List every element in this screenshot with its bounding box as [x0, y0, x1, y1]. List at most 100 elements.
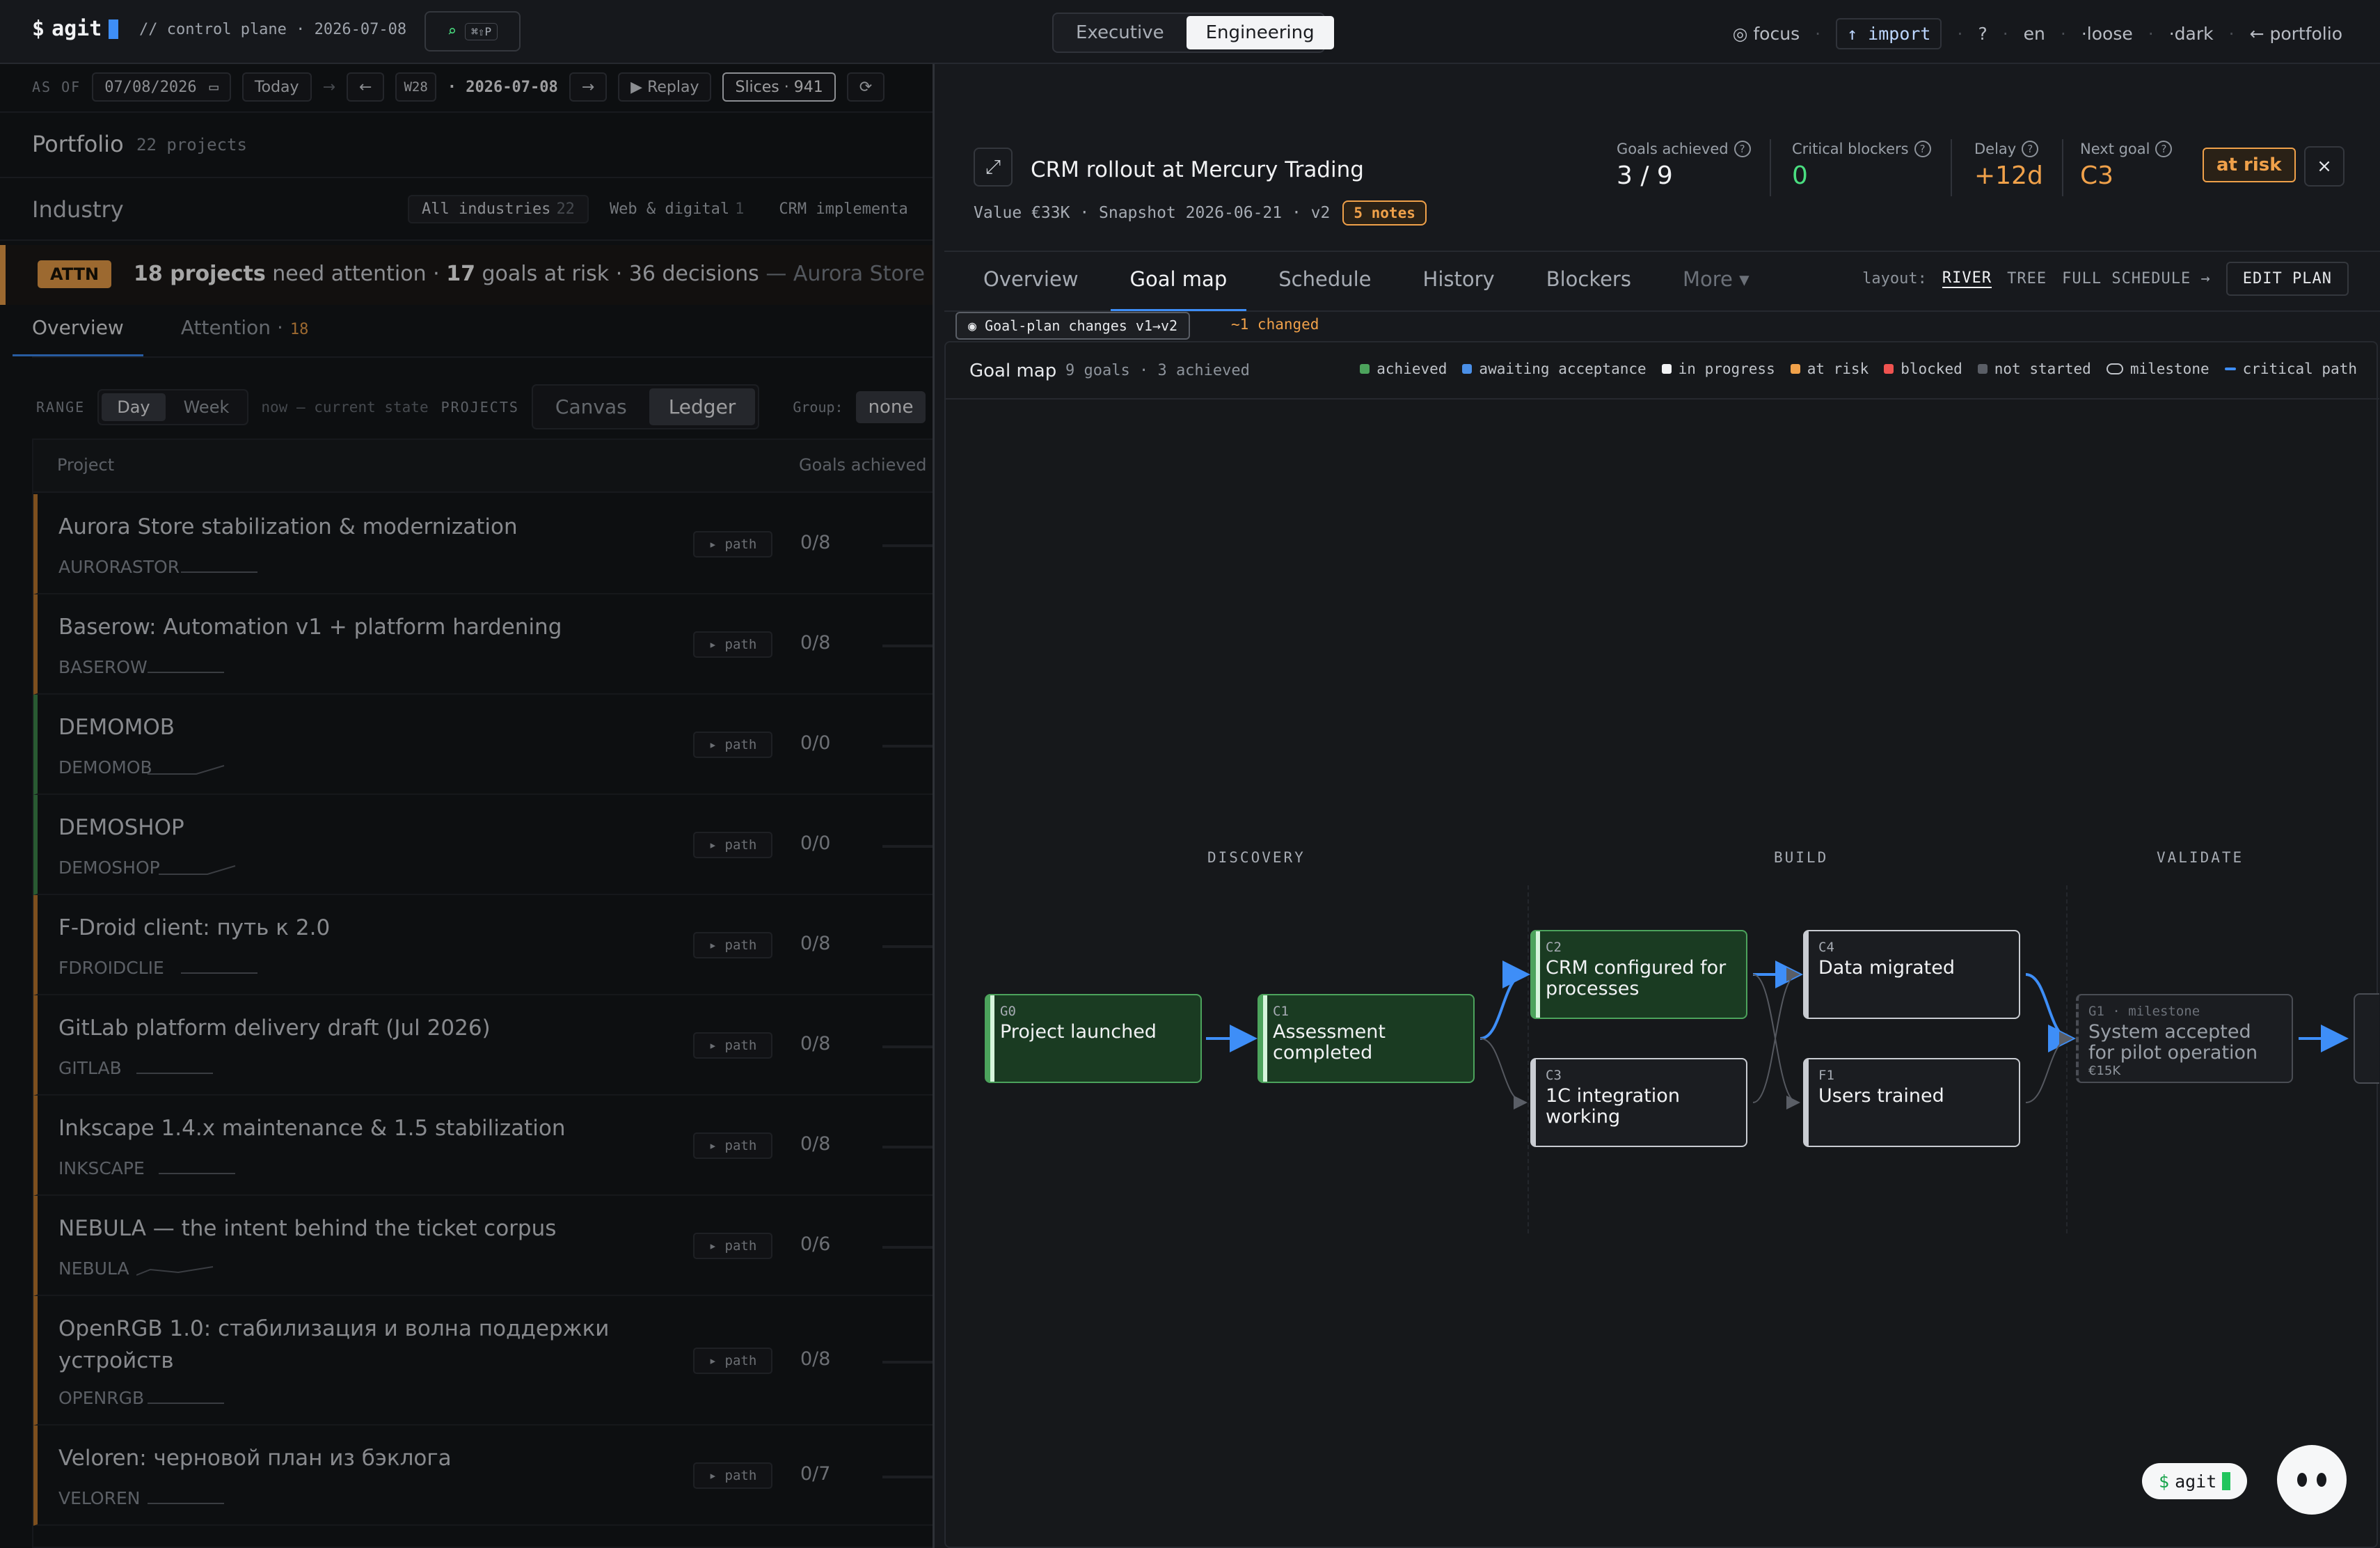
- attention-text: 18 projects need attention · 17 goals at…: [134, 262, 1032, 286]
- path-button[interactable]: ▸ path: [693, 832, 772, 858]
- tab-overview[interactable]: Overview: [964, 267, 1098, 311]
- tab-schedule[interactable]: Schedule: [1259, 267, 1390, 311]
- table-row[interactable]: OpenRGB 1.0: стабилизация и волна поддер…: [33, 1296, 938, 1425]
- table-row[interactable]: Baserow: Automation v1 + platform harden…: [33, 594, 938, 695]
- goals-achieved: 0/8: [800, 532, 831, 553]
- layout-river[interactable]: RIVER: [1942, 269, 1992, 288]
- help-icon[interactable]: ?: [2155, 141, 2173, 157]
- slices-button[interactable]: Slices · 941: [722, 72, 836, 102]
- next-week-button[interactable]: →: [569, 72, 608, 102]
- notes-badge[interactable]: 5 notes: [1342, 200, 1427, 226]
- project-name: Baserow: Automation v1 + platform harden…: [58, 615, 562, 640]
- kpi-delay: Delay? +12d: [1974, 141, 2043, 190]
- path-button[interactable]: ▸ path: [693, 1233, 772, 1259]
- chip-crm-implementation[interactable]: CRM implementa: [765, 195, 921, 223]
- assistant-pill[interactable]: $ agit: [2142, 1463, 2248, 1499]
- edit-plan-button[interactable]: EDIT PLAN: [2226, 262, 2349, 296]
- table-row[interactable]: Veloren: черновой план из бэклога VELOREN…: [33, 1425, 938, 1526]
- chip-all-industries[interactable]: All industries 22: [408, 195, 589, 223]
- attention-badge: ATTN: [38, 260, 112, 288]
- column-project[interactable]: Project: [57, 455, 114, 475]
- goals-progress-bar: [882, 1045, 938, 1048]
- full-schedule-link[interactable]: FULL SCHEDULE →: [2062, 270, 2211, 287]
- path-button[interactable]: ▸ path: [693, 1132, 772, 1159]
- goal-node-c4[interactable]: C4 Data migrated: [1803, 930, 2020, 1019]
- sparkline: [148, 1503, 224, 1504]
- chip-count: 1: [735, 200, 745, 218]
- theme-toggle[interactable]: ·dark: [2169, 24, 2214, 44]
- table-row[interactable]: GitLab platform delivery draft (Jul 2026…: [33, 995, 938, 1096]
- tab-attention[interactable]: Attention · 18: [181, 316, 309, 356]
- today-button[interactable]: Today: [241, 72, 312, 102]
- as-of-bar: AS OF 07/08/2026 ▭ Today → ← W28 · 2026-…: [0, 64, 933, 113]
- goals-progress-bar: [882, 1361, 938, 1364]
- path-button[interactable]: ▸ path: [693, 1032, 772, 1059]
- goal-node-c1[interactable]: C1 Assessment completed: [1258, 994, 1475, 1083]
- command-palette-button[interactable]: ⌕ ⌘⇧P: [425, 11, 521, 52]
- tab-overview[interactable]: Overview: [13, 316, 143, 356]
- close-icon[interactable]: ×: [2304, 146, 2345, 187]
- prev-week-button[interactable]: ←: [347, 72, 385, 102]
- tab-history[interactable]: History: [1404, 267, 1514, 311]
- replay-button[interactable]: ▶ Replay: [618, 72, 712, 102]
- project-meta: Value €33K · Snapshot 2026-06-21 · v2 5 …: [974, 200, 1427, 226]
- focus-toggle[interactable]: ◎ focus: [1733, 24, 1800, 44]
- plan-changes-chip[interactable]: ◉ Goal-plan changes v1→v2: [955, 312, 1191, 340]
- calendar-icon: ▭: [209, 78, 219, 96]
- kpi-label: Goals achieved: [1617, 141, 1729, 157]
- goals-achieved: 0/8: [800, 1033, 831, 1055]
- refresh-icon[interactable]: ⟳: [846, 72, 885, 102]
- column-goals-achieved[interactable]: Goals achieved: [799, 455, 927, 475]
- table-row[interactable]: Aurora Store stabilization & modernizati…: [33, 494, 938, 594]
- layout-tree[interactable]: TREE: [2007, 270, 2047, 287]
- portfolio-link[interactable]: ← portfolio: [2250, 24, 2342, 44]
- view-executive[interactable]: Executive: [1056, 16, 1184, 49]
- help-icon[interactable]: ?: [1914, 141, 1931, 157]
- table-row[interactable]: F-Droid client: путь к 2.0 FDROIDCLIE ▸ pa…: [33, 895, 938, 995]
- goal-node-c3[interactable]: C3 1C integration working: [1530, 1058, 1747, 1147]
- goal-node-c2[interactable]: C2 CRM configured for processes: [1530, 930, 1747, 1019]
- goal-node-g1-milestone[interactable]: G1 · milestone System accepted for pilot…: [2076, 994, 2293, 1083]
- path-button[interactable]: ▸ path: [693, 531, 772, 558]
- expand-icon[interactable]: ⤢: [974, 148, 1013, 187]
- goal-id: C3: [1546, 1068, 1562, 1083]
- as-of-label: AS OF: [32, 79, 81, 95]
- path-button[interactable]: ▸ path: [693, 732, 772, 758]
- path-button[interactable]: ▸ path: [693, 1348, 772, 1374]
- range-day[interactable]: Day: [102, 393, 166, 421]
- import-button[interactable]: ↑ import: [1836, 18, 1942, 49]
- tab-blockers[interactable]: Blockers: [1527, 267, 1651, 311]
- density-toggle[interactable]: ·loose: [2081, 24, 2133, 44]
- projects-canvas[interactable]: Canvas: [536, 388, 646, 425]
- table-row[interactable]: DEMOSHOP DEMOSHOP ▸ path 0/0: [33, 795, 938, 895]
- goals-achieved: 0/6: [800, 1233, 831, 1255]
- path-button[interactable]: ▸ path: [693, 1462, 772, 1489]
- portfolio-title: Portfolio: [32, 131, 124, 157]
- table-row[interactable]: DEMOMOB DEMOMOB ▸ path 0/0: [33, 695, 938, 795]
- group-select[interactable]: none: [855, 390, 926, 423]
- help-icon[interactable]: ?: [1734, 141, 1751, 157]
- goal-node-f1[interactable]: F1 Users trained: [1803, 1058, 2020, 1147]
- attention-banner[interactable]: ATTN 18 projects need attention · 17 goa…: [0, 245, 1032, 305]
- tab-goal-map[interactable]: Goal map: [1110, 267, 1247, 311]
- tab-more[interactable]: More ▾: [1663, 267, 1769, 311]
- path-button[interactable]: ▸ path: [693, 631, 772, 658]
- brand-logo[interactable]: $ agit: [32, 17, 119, 41]
- language-toggle[interactable]: en: [2024, 24, 2045, 44]
- brand-name: agit: [51, 17, 102, 41]
- goal-node-g0[interactable]: G0 Project launched: [985, 994, 1202, 1083]
- table-row[interactable]: NEBULA — the intent behind the ticket co…: [33, 1196, 938, 1296]
- range-week[interactable]: Week: [168, 393, 245, 421]
- path-button[interactable]: ▸ path: [693, 932, 772, 958]
- table-row[interactable]: Inkscape 1.4.x maintenance & 1.5 stabili…: [33, 1096, 938, 1196]
- as-of-date-input[interactable]: 07/08/2026 ▭: [92, 72, 231, 102]
- goal-id: C4: [1818, 940, 1834, 955]
- sparkline: [136, 1073, 213, 1074]
- projects-ledger[interactable]: Ledger: [649, 388, 756, 425]
- help-button[interactable]: ?: [1978, 24, 1987, 44]
- chip-web-digital[interactable]: Web & digital 1: [596, 195, 758, 223]
- view-engineering[interactable]: Engineering: [1186, 16, 1334, 49]
- assistant-bot-icon[interactable]: [2277, 1445, 2347, 1515]
- separator: ·: [1815, 24, 1821, 44]
- help-icon[interactable]: ?: [2022, 141, 2039, 157]
